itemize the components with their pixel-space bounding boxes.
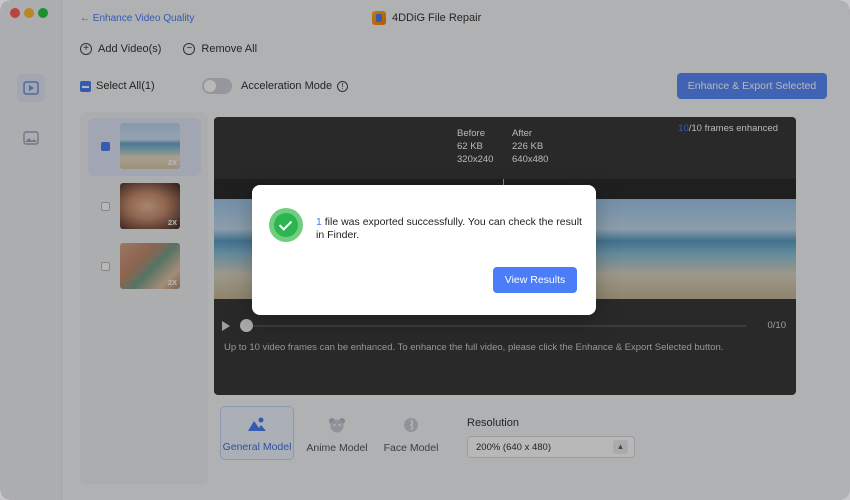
- checkmark-icon: [274, 213, 298, 237]
- dialog-message: 1 file was exported successfully. You ca…: [316, 216, 582, 242]
- checkmark-circle-icon: [269, 208, 303, 242]
- dialog-message-text: file was exported successfully. You can …: [316, 216, 582, 241]
- view-results-button[interactable]: View Results: [493, 267, 577, 293]
- app-window: ← Enhance Video Quality 4DDiG File Repai…: [0, 0, 850, 500]
- export-success-dialog: 1 file was exported successfully. You ca…: [252, 185, 596, 315]
